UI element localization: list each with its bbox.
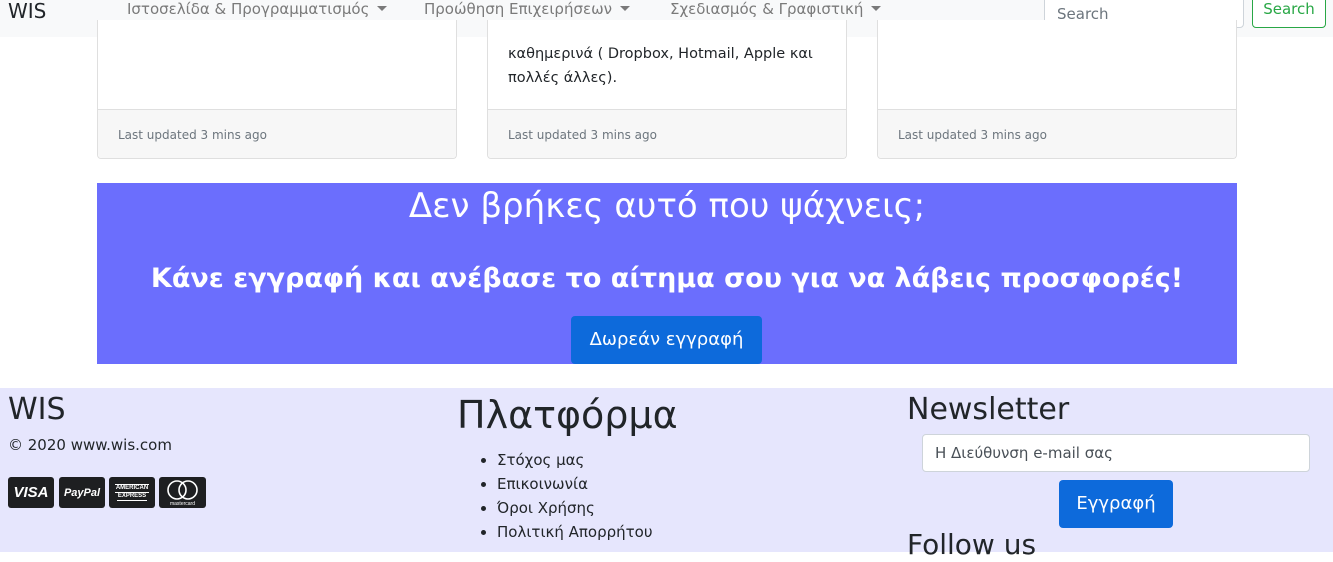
paypal-label: PayPal [63,486,101,499]
platform-links: Στόχος μας Επικοινωνία Όροι Χρήσης Πολιτ… [497,448,653,544]
caret-down-icon [377,6,388,11]
card-updated-text: Last updated 3 mins ago [898,128,1047,142]
banner-subtitle: Κάνε εγγραφή και ανέβασε το αίτημα σου γ… [150,263,1184,294]
nav-dropdown-label: Ιστοσελίδα & Προγραμματισμός [127,0,370,18]
banner-title: Δεν βρήκες αυτό που ψάχνεις; [408,186,926,226]
footer-link-contact[interactable]: Επικοινωνία [497,472,653,496]
card-footer: Last updated 3 mins ago [878,109,1236,158]
footer-brand: WIS [8,392,66,427]
nav-dropdown-design-graphics[interactable]: Σχεδιασμός & Γραφιστική [670,0,882,18]
card-updated-text: Last updated 3 mins ago [508,128,657,142]
newsletter-email-input[interactable] [922,434,1310,472]
caret-down-icon [871,6,882,11]
footer-link-privacy[interactable]: Πολιτική Απορρήτου [497,520,653,544]
footer-link-terms[interactable]: Όροι Χρήσης [497,496,653,520]
navbar-brand[interactable]: WIS [8,0,46,23]
caret-down-icon [620,6,631,11]
footer-link-our-goal[interactable]: Στόχος μας [497,448,653,472]
card-footer: Last updated 3 mins ago [488,109,846,158]
nav-dropdown-business-promotion[interactable]: Προώθηση Επιχειρήσεων [424,0,631,18]
nav-dropdown-label: Σχεδιασμός & Γραφιστική [670,0,864,18]
site-footer: WIS © 2020 www.wis.com VISA PayPal AMERI… [0,388,1333,561]
paypal-icon: PayPal [59,477,105,508]
visa-icon: VISA [8,477,54,508]
card-footer: Last updated 3 mins ago [98,109,456,158]
service-card: Last updated 3 mins ago [877,20,1237,159]
amex-label-line2: EXPRESS [116,493,148,501]
service-card: Last updated 3 mins ago [97,20,457,159]
card-text: καθημερινά ( Dropbox, Hotmail, Apple και… [508,46,813,86]
mastercard-label: mastercard [170,501,195,507]
visa-label: VISA [13,484,49,501]
signup-banner: Δεν βρήκες αυτό που ψάχνεις; Κάνε εγγραφ… [97,183,1237,364]
mastercard-icon: mastercard [159,477,206,508]
newsletter-signup-button[interactable]: Εγγραφή [1059,480,1173,528]
footer-newsletter-title: Newsletter [907,392,1070,427]
search-button[interactable]: Search [1252,0,1326,28]
footer-follow-title: Follow us [907,528,1037,561]
mastercard-graphic: mastercard [167,480,198,507]
american-express-icon: AMERICAN EXPRESS [109,477,155,508]
card-updated-text: Last updated 3 mins ago [118,128,267,142]
service-card: καθημερινά ( Dropbox, Hotmail, Apple και… [487,20,847,159]
amex-label-line1: AMERICAN [114,484,150,493]
nav-dropdown-web-development[interactable]: Ιστοσελίδα & Προγραμματισμός [127,0,388,18]
footer-platform-title: Πλατφόρμα [457,393,678,437]
nav-dropdown-label: Προώθηση Επιχειρήσεων [424,0,613,18]
free-signup-button[interactable]: Δωρεάν εγγραφή [571,316,762,364]
footer-copyright: © 2020 www.wis.com [8,436,172,454]
